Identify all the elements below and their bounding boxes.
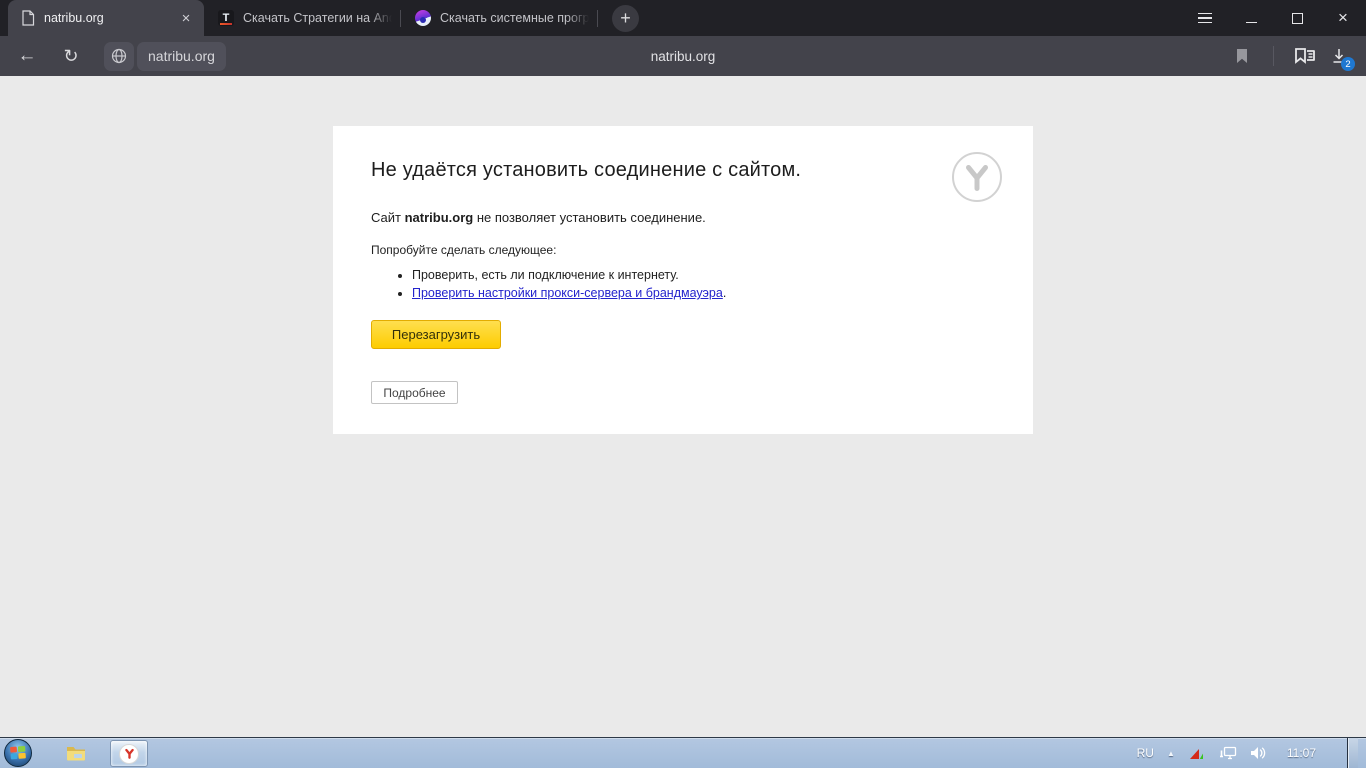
back-button[interactable]: ← (10, 39, 44, 73)
suggestion-item: Проверить настройки прокси-сервера и бра… (412, 286, 995, 300)
explorer-button[interactable] (56, 738, 96, 768)
taskbar: RU ▲ 11:07 (0, 737, 1366, 768)
trashbox-t-icon: T (218, 10, 234, 26)
hamburger-icon (1198, 13, 1212, 24)
tray-expand-icon[interactable]: ▲ (1167, 749, 1175, 758)
tray-app-icon[interactable] (1188, 745, 1206, 761)
proxy-settings-link[interactable]: Проверить настройки прокси-сервера и бра… (412, 286, 723, 300)
site-name: natribu.org (405, 210, 474, 225)
maximize-icon (1292, 13, 1303, 24)
suggestion-text: Проверить, есть ли подключение к интерне… (412, 268, 679, 282)
yandex-browser-logo (952, 152, 1002, 202)
toolbar-right: 2 (1225, 39, 1356, 73)
reload-page-button[interactable]: Перезагрузить (371, 320, 501, 349)
tab-divider (597, 10, 598, 27)
tab-title: Скачать системные прогр (440, 11, 589, 25)
downloads-button[interactable]: 2 (1322, 39, 1356, 73)
tab-title: natribu.org (44, 11, 176, 25)
error-site-line: Сайт natribu.org не позволяет установить… (371, 210, 995, 225)
minimize-button[interactable] (1228, 0, 1274, 36)
new-tab-button[interactable]: + (612, 5, 639, 32)
start-button[interactable] (4, 739, 32, 767)
tab-natribu[interactable]: natribu.org × (8, 0, 204, 36)
collections-button[interactable] (1288, 39, 1322, 73)
toolbar: ← ↻ natribu.org natribu.org (0, 36, 1366, 76)
site-suffix: не позволяет установить соединение. (473, 210, 706, 225)
suggestions-list: Проверить, есть ли подключение к интерне… (371, 268, 995, 300)
tab-strategies[interactable]: T Скачать Стратегии на And (204, 0, 400, 36)
bookmark-button[interactable] (1225, 39, 1259, 73)
toolbar-divider (1273, 46, 1274, 66)
collections-icon (1293, 46, 1317, 66)
reload-icon: ↻ (63, 46, 78, 67)
tab-system-programs[interactable]: Скачать системные прогр (401, 0, 597, 36)
tab-title: Скачать Стратегии на And (243, 11, 392, 25)
address-bar[interactable]: natribu.org (137, 42, 226, 71)
system-tray: RU ▲ 11:07 (1137, 738, 1366, 768)
page-content: Не удаётся установить соединение с сайто… (0, 76, 1366, 737)
eye-logo-icon (415, 10, 431, 26)
maximize-button[interactable] (1274, 0, 1320, 36)
connection-error-card: Не удаётся установить соединение с сайто… (333, 126, 1033, 434)
yandex-browser-icon (119, 744, 139, 764)
reload-button[interactable]: ↻ (54, 39, 88, 73)
network-icon[interactable] (1219, 745, 1237, 761)
back-icon: ← (18, 45, 37, 67)
minimize-icon (1246, 22, 1257, 24)
tab-close-icon[interactable]: × (176, 8, 196, 28)
close-button[interactable]: × (1320, 0, 1366, 36)
page-icon (21, 10, 35, 26)
windows-logo-icon (9, 745, 27, 761)
volume-icon[interactable] (1250, 745, 1268, 761)
suggestion-suffix: . (723, 286, 726, 300)
site-info-button[interactable] (104, 42, 134, 71)
language-indicator[interactable]: RU (1137, 746, 1154, 760)
bookmark-icon (1235, 48, 1249, 64)
suggestion-item: Проверить, есть ли подключение к интерне… (412, 268, 995, 282)
site-prefix: Сайт (371, 210, 405, 225)
yandex-y-icon (959, 159, 995, 195)
folder-icon (66, 745, 86, 761)
try-heading: Попробуйте сделать следующее: (371, 243, 995, 257)
details-button[interactable]: Подробнее (371, 381, 458, 404)
downloads-badge: 2 (1341, 57, 1355, 71)
menu-button[interactable] (1182, 0, 1228, 36)
globe-icon (111, 48, 127, 64)
clock[interactable]: 11:07 (1287, 746, 1316, 760)
window-controls: × (1182, 0, 1366, 36)
close-icon: × (1338, 8, 1348, 28)
yandex-browser-taskbar-button[interactable] (110, 740, 148, 767)
tab-strip: natribu.org × T Скачать Стратегии на And… (0, 0, 1366, 36)
show-desktop-button[interactable] (1347, 738, 1358, 768)
error-title: Не удаётся установить соединение с сайто… (371, 159, 995, 182)
